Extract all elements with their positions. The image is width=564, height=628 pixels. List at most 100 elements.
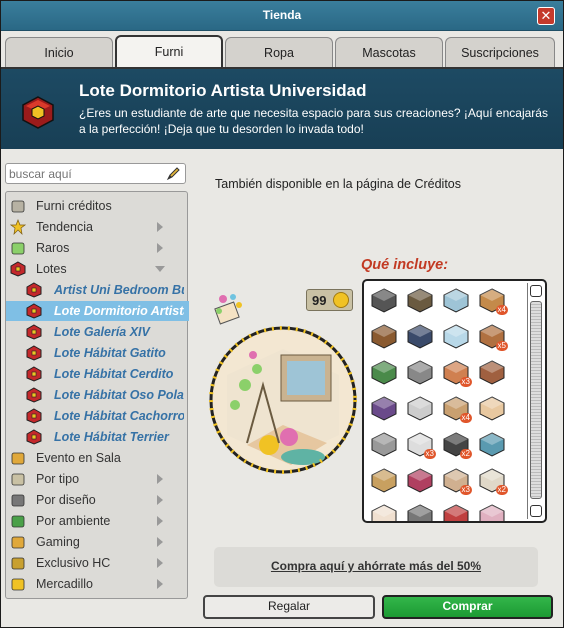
stool-icon — [478, 504, 506, 521]
easel-icon — [406, 288, 434, 316]
scroll-up-button[interactable] — [530, 285, 542, 297]
search-input[interactable] — [9, 166, 159, 182]
bed-icon — [370, 468, 398, 496]
included-item[interactable] — [370, 359, 398, 385]
red-cube-icon — [26, 303, 42, 319]
sidebar-item[interactable]: Lote Hábitat Oso Polar — [6, 385, 189, 405]
sidebar-item[interactable]: Furni créditos — [6, 196, 189, 216]
tab-mascotas[interactable]: Mascotas — [335, 37, 443, 68]
included-item[interactable] — [406, 323, 434, 349]
scroll-thumb[interactable] — [530, 301, 542, 499]
lamp-icon — [370, 432, 398, 460]
sidebar-item-label: Tendencia — [36, 220, 93, 234]
plant-icon — [370, 396, 398, 424]
chevron-right-icon — [157, 474, 163, 484]
paper-sheet-icon — [370, 504, 398, 521]
tab-ropa[interactable]: Ropa — [225, 37, 333, 68]
included-item[interactable]: x2 — [442, 431, 472, 459]
sidebar-item[interactable]: Lote Hábitat Cerdito — [6, 364, 189, 384]
window-icon — [478, 360, 506, 388]
included-item[interactable] — [478, 431, 506, 457]
included-item[interactable] — [442, 323, 470, 349]
deal-box: Compra aquí y ahórrate más del 50% — [214, 547, 538, 587]
included-item[interactable] — [406, 503, 434, 521]
quantity-badge: x3 — [459, 377, 472, 387]
red-cube-icon — [22, 96, 54, 129]
quantity-badge: x4 — [495, 305, 508, 315]
speaker-icon — [406, 360, 434, 388]
sidebar-item-label: Lotes — [36, 262, 67, 276]
sidebar-item-label: Exclusivo HC — [36, 556, 111, 570]
included-item[interactable]: x3 — [406, 431, 436, 459]
quantity-badge: x3 — [459, 485, 472, 495]
chevron-right-icon — [157, 243, 163, 253]
tab-furni[interactable]: Furni — [115, 35, 223, 68]
included-item[interactable]: x5 — [478, 323, 508, 351]
close-icon: ✕ — [540, 8, 552, 23]
window-title: Tienda — [262, 8, 302, 22]
close-button[interactable]: ✕ — [537, 7, 555, 25]
included-item[interactable] — [442, 503, 470, 521]
red-cube-icon — [26, 429, 42, 445]
sidebar-item-label: Raros — [36, 241, 70, 255]
red-cube-icon — [26, 387, 42, 403]
star-icon — [9, 219, 27, 236]
quantity-badge: x3 — [423, 449, 436, 459]
sidebar-item[interactable]: Evento en Sala — [6, 448, 189, 468]
sidebar-item-label: Mercadillo — [36, 577, 93, 591]
included-item[interactable] — [370, 467, 398, 493]
included-item[interactable] — [370, 431, 398, 457]
coin-icon — [10, 576, 26, 592]
included-item[interactable] — [478, 503, 506, 521]
scroll-down-button[interactable] — [530, 505, 542, 517]
cup-icon — [10, 471, 26, 487]
sidebar-item[interactable]: Artist Uni Bedroom Bundle — [6, 280, 189, 300]
plant-icon — [10, 513, 26, 529]
items-scrollbar[interactable] — [527, 283, 543, 519]
gift-button[interactable]: Regalar — [203, 595, 375, 619]
included-item[interactable]: x3 — [442, 467, 472, 495]
sidebar-item[interactable]: Lote Hábitat Terrier — [6, 427, 189, 447]
sidebar-item[interactable]: Exclusivo HC — [6, 553, 189, 573]
sidebar-item[interactable]: Mercadillo — [6, 574, 189, 594]
sidebar-item-label: Lote Hábitat Gatito — [54, 346, 166, 360]
included-item[interactable] — [406, 359, 434, 385]
category-sidebar[interactable]: Furni créditos Tendencia Raros Lotes Artist … — [5, 191, 189, 599]
included-item[interactable]: x4 — [478, 287, 508, 315]
sidebar-item[interactable]: Gaming — [6, 532, 189, 552]
tab-inicio[interactable]: Inicio — [5, 37, 113, 68]
tab-suscripciones[interactable]: Suscripciones — [445, 37, 555, 68]
sidebar-item[interactable]: Por ambiente — [6, 511, 189, 531]
search-box — [5, 163, 186, 184]
pencil-icon[interactable] — [165, 166, 181, 182]
included-item[interactable]: x3 — [442, 359, 472, 387]
sidebar-item[interactable]: Raros — [6, 238, 189, 258]
buy-button[interactable]: Comprar — [382, 595, 553, 619]
included-item[interactable] — [478, 359, 506, 385]
included-item[interactable] — [370, 287, 398, 313]
sidebar-item[interactable]: Lote Hábitat Cachorro — [6, 406, 189, 426]
sidebar-item[interactable]: Lote Dormitorio Artista — [6, 301, 189, 321]
sidebar-item[interactable]: Tendencia — [6, 217, 189, 237]
chevron-right-icon — [157, 579, 163, 589]
included-item[interactable] — [478, 395, 506, 421]
included-item[interactable]: x4 — [442, 395, 472, 423]
sidebar-item[interactable]: Por tipo — [6, 469, 189, 489]
table-icon — [478, 396, 506, 424]
included-item[interactable] — [406, 467, 434, 493]
sidebar-item[interactable]: Lote Galería XIV — [6, 322, 189, 342]
included-item[interactable] — [406, 395, 434, 421]
included-item[interactable] — [370, 503, 398, 521]
included-item[interactable]: x2 — [478, 467, 508, 495]
title-bar[interactable]: Tienda ✕ — [1, 1, 563, 31]
sidebar-item-label: Lote Galería XIV — [54, 325, 150, 339]
sidebar-item[interactable]: Lote Hábitat Gatito — [6, 343, 189, 363]
red-cube-icon — [26, 345, 42, 361]
included-item[interactable] — [370, 323, 398, 349]
included-item[interactable] — [442, 287, 470, 313]
sidebar-item[interactable]: Lotes — [6, 259, 189, 279]
deal-link[interactable]: Compra aquí y ahórrate más del 50% — [214, 559, 538, 573]
included-item[interactable] — [370, 395, 398, 421]
sidebar-item[interactable]: Por diseño — [6, 490, 189, 510]
included-item[interactable] — [406, 287, 434, 313]
